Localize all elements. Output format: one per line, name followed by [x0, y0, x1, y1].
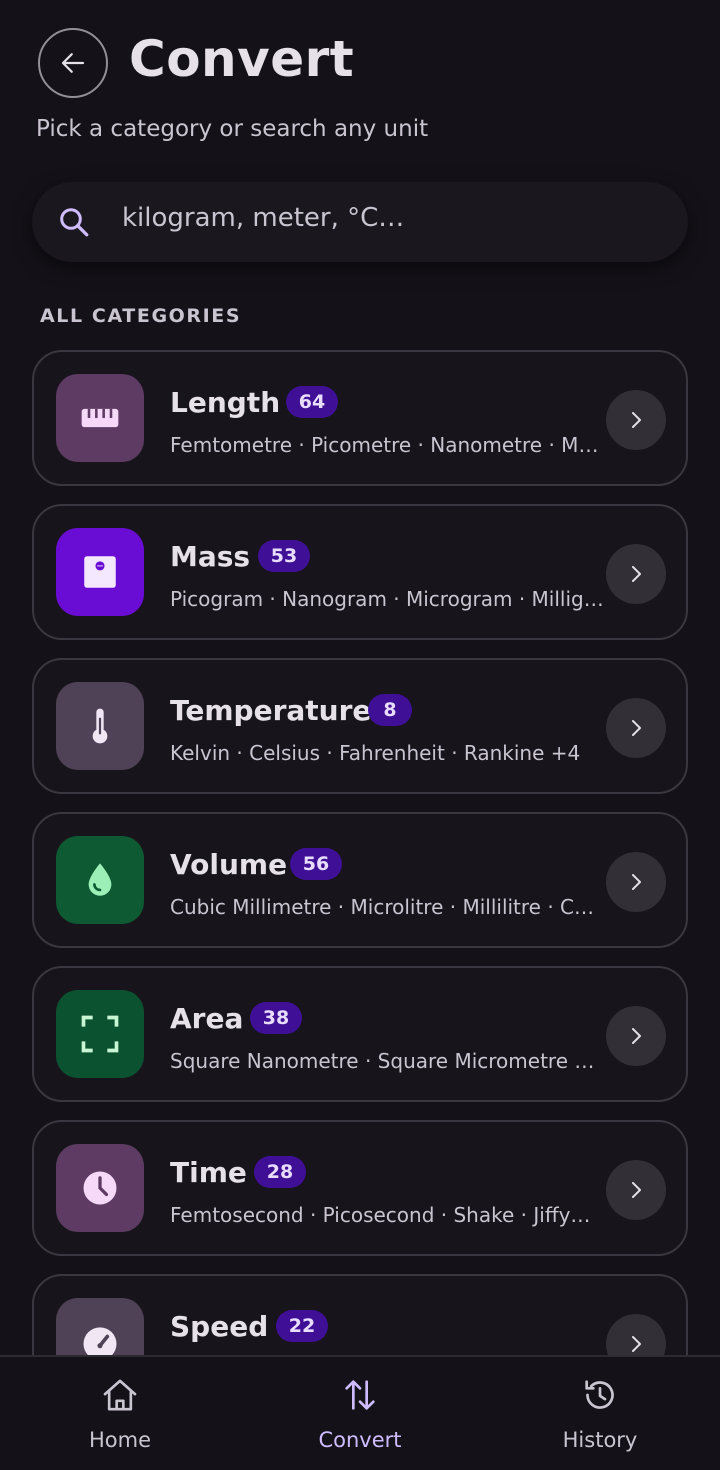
page-subtitle: Pick a category or search any unit — [36, 116, 429, 142]
scale-icon — [84, 556, 116, 588]
category-card-time[interactable]: Time 28 Femtosecond · Picosecond · Shake… — [32, 1120, 688, 1256]
category-name: Temperature — [170, 694, 372, 727]
category-name: Length — [170, 386, 281, 419]
category-card-temperature[interactable]: Temperature 8 Kelvin · Celsius · Fahrenh… — [32, 658, 688, 794]
category-units: Femtometre · Picometre · Nanometre · M… — [170, 433, 599, 457]
arrow-left-icon — [61, 53, 85, 73]
unit-count-badge: 38 — [250, 1002, 302, 1034]
thermometer-icon — [92, 708, 108, 744]
swap-vertical-icon — [345, 1380, 375, 1410]
category-units: Cubic Millimetre · Microlitre · Millilit… — [170, 895, 595, 919]
nav-label: Convert — [318, 1428, 402, 1452]
chevron-right-icon — [632, 412, 641, 428]
chevron-right-icon — [632, 874, 641, 890]
open-category-button[interactable] — [606, 390, 666, 450]
area-icon — [81, 1015, 119, 1053]
category-card-speed[interactable]: Speed 22 — [32, 1274, 688, 1355]
category-card-mass[interactable]: Mass 53 Picogram · Nanogram · Microgram … — [32, 504, 688, 640]
category-tile — [56, 1298, 144, 1355]
unit-count-badge: 64 — [286, 386, 338, 418]
nav-item-history[interactable]: History — [480, 1357, 720, 1470]
history-icon — [585, 1380, 614, 1409]
category-tile — [56, 1144, 144, 1232]
nav-label: History — [562, 1428, 638, 1452]
category-card-length[interactable]: Length 64 Femtometre · Picometre · Nanom… — [32, 350, 688, 486]
chevron-right-icon — [632, 566, 641, 582]
section-label: ALL CATEGORIES — [40, 305, 242, 327]
unit-count-badge: 53 — [258, 540, 310, 572]
category-card-volume[interactable]: Volume 56 Cubic Millimetre · Microlitre … — [32, 812, 688, 948]
open-category-button[interactable] — [606, 852, 666, 912]
nav-item-convert[interactable]: Convert — [240, 1357, 480, 1470]
category-tile — [56, 990, 144, 1078]
bottom-navigation: Home Convert History — [0, 1355, 720, 1470]
page-title: Convert — [129, 30, 355, 88]
search-input[interactable]: kilogram, meter, °C… — [122, 203, 404, 233]
category-name: Time — [170, 1156, 247, 1189]
category-name: Mass — [170, 540, 251, 573]
category-list: Length 64 Femtometre · Picometre · Nanom… — [0, 350, 720, 1355]
category-tile — [56, 682, 144, 770]
category-units: Femtosecond · Picosecond · Shake · Jiffy… — [170, 1203, 591, 1227]
category-name: Volume — [170, 848, 288, 881]
open-category-button[interactable] — [606, 544, 666, 604]
home-icon — [103, 1379, 137, 1411]
water-drop-icon — [88, 863, 112, 896]
open-category-button[interactable] — [606, 1160, 666, 1220]
category-tile — [56, 374, 144, 462]
chevron-right-icon — [632, 1336, 641, 1352]
unit-count-badge: 28 — [254, 1156, 306, 1188]
chevron-right-icon — [632, 1028, 641, 1044]
ruler-icon — [81, 408, 119, 428]
open-category-button[interactable] — [606, 1006, 666, 1066]
chevron-right-icon — [632, 1182, 641, 1198]
category-units: Square Nanometre · Square Micrometre … — [170, 1049, 595, 1073]
nav-label: Home — [88, 1428, 151, 1452]
unit-count-badge: 22 — [276, 1310, 328, 1342]
header: Convert Pick a category or search any un… — [0, 0, 720, 160]
category-name: Speed — [170, 1310, 269, 1343]
category-card-area[interactable]: Area 38 Square Nanometre · Square Microm… — [32, 966, 688, 1102]
speedometer-icon — [83, 1327, 117, 1355]
category-units: Kelvin · Celsius · Fahrenheit · Rankine … — [170, 741, 581, 765]
chevron-right-icon — [632, 720, 641, 736]
open-category-button[interactable] — [606, 698, 666, 758]
category-name: Area — [170, 1002, 244, 1035]
clock-icon — [83, 1171, 117, 1205]
search-icon — [60, 208, 89, 237]
category-tile — [56, 836, 144, 924]
category-units: Picogram · Nanogram · Microgram · Millig… — [170, 587, 604, 611]
nav-item-home[interactable]: Home — [0, 1357, 240, 1470]
category-tile — [56, 528, 144, 616]
open-category-button[interactable] — [606, 1314, 666, 1355]
unit-count-badge: 56 — [290, 848, 342, 880]
unit-count-badge: 8 — [368, 694, 412, 726]
back-button[interactable] — [38, 28, 108, 98]
